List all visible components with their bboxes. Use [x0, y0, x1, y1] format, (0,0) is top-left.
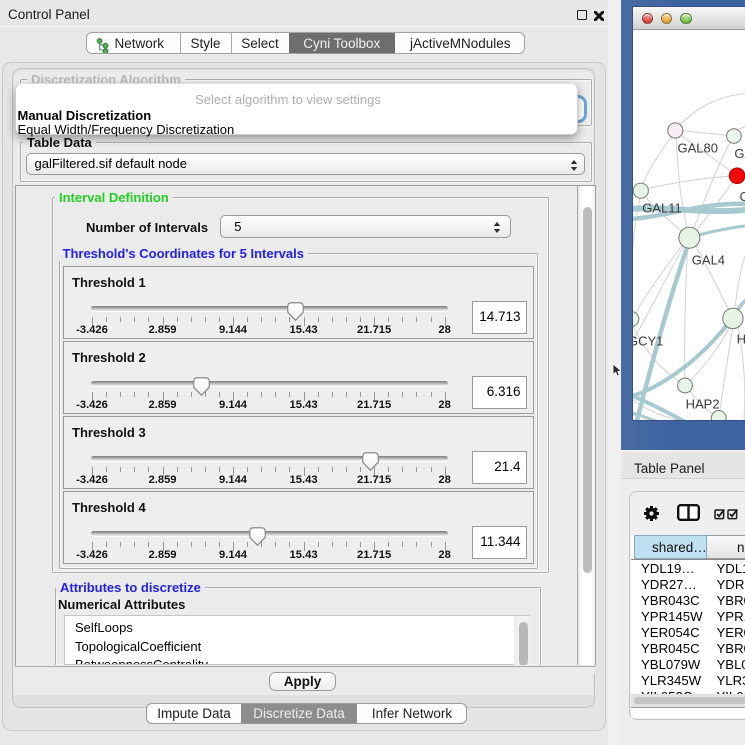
svg-text:GCY1: GCY1 — [633, 334, 663, 349]
svg-text:GAL11: GAL11 — [642, 201, 682, 216]
svg-text:GA: GA — [734, 146, 745, 161]
svg-text:GAL4: GAL4 — [692, 253, 725, 268]
svg-text:GAL80: GAL80 — [678, 141, 718, 156]
svg-text:H: H — [737, 332, 745, 347]
svg-text:CY: CY — [740, 189, 745, 204]
svg-text:HAP2: HAP2 — [686, 397, 720, 412]
